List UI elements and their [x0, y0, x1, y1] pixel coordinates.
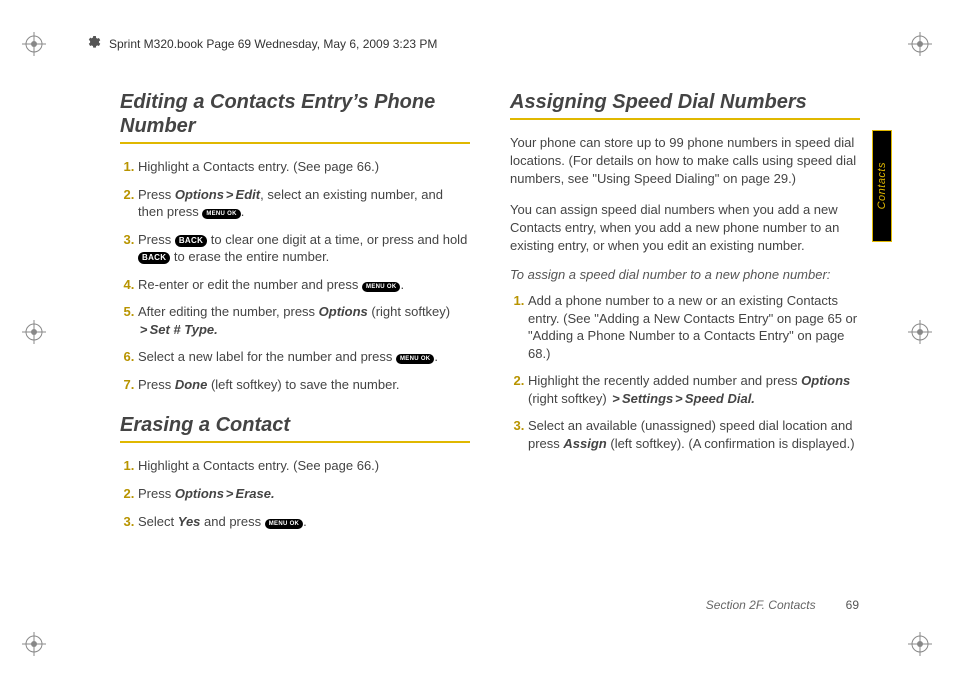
menu-ok-key-icon: MENU OK: [362, 282, 400, 292]
body-paragraph: Your phone can store up to 99 phone numb…: [510, 134, 860, 189]
body-paragraph: You can assign speed dial numbers when y…: [510, 201, 860, 256]
ui-label-options: Options: [319, 304, 368, 319]
registration-mark-ml: [20, 318, 48, 346]
back-key-icon: BACK: [138, 252, 170, 264]
section-tab-label: Contacts: [876, 162, 888, 209]
list-item: Add a phone number to a new or an existi…: [528, 292, 860, 362]
list-item: Highlight the recently added number and …: [528, 372, 860, 407]
ui-label-edit: Edit: [236, 187, 261, 202]
gear-icon: [85, 34, 101, 53]
right-column: Assigning Speed Dial Numbers Your phone …: [510, 90, 860, 550]
heading-rule: [120, 142, 470, 144]
ui-label-options: Options: [175, 187, 224, 202]
registration-mark-br: [906, 630, 934, 658]
heading-rule: [510, 118, 860, 120]
subheading: To assign a speed dial number to a new p…: [510, 267, 860, 282]
header-text: Sprint M320.book Page 69 Wednesday, May …: [109, 37, 437, 51]
ui-label-done: Done: [175, 377, 208, 392]
heading-speed-dial: Assigning Speed Dial Numbers: [510, 90, 860, 114]
ui-label-assign: Assign: [563, 436, 606, 451]
ui-label-settings: Settings: [622, 391, 673, 406]
list-item: Highlight a Contacts entry. (See page 66…: [138, 158, 470, 176]
footer-page-number: 69: [846, 598, 859, 612]
list-item: Press Options>Edit, select an existing n…: [138, 186, 470, 221]
registration-mark-mr: [906, 318, 934, 346]
ui-label-erase: Erase.: [236, 486, 275, 501]
ui-label-options: Options: [801, 373, 850, 388]
list-item: Press Done (left softkey) to save the nu…: [138, 376, 470, 394]
page-content: Editing a Contacts Entry’s Phone Number …: [120, 90, 860, 550]
registration-mark-tl: [20, 30, 48, 58]
heading-erasing-contact: Erasing a Contact: [120, 413, 470, 437]
page-footer: Section 2F. Contacts 69: [706, 598, 859, 612]
ui-label-set-type: Set # Type.: [150, 322, 218, 337]
list-item: Press BACK to clear one digit at a time,…: [138, 231, 470, 266]
back-key-icon: BACK: [175, 235, 207, 247]
list-item: Re-enter or edit the number and press ME…: [138, 276, 470, 294]
registration-mark-bl: [20, 630, 48, 658]
menu-ok-key-icon: MENU OK: [202, 209, 240, 219]
heading-edit-contact-number: Editing a Contacts Entry’s Phone Number: [120, 90, 470, 138]
document-header: Sprint M320.book Page 69 Wednesday, May …: [85, 34, 914, 53]
menu-ok-key-icon: MENU OK: [265, 519, 303, 529]
left-column: Editing a Contacts Entry’s Phone Number …: [120, 90, 470, 550]
erase-steps-list: Highlight a Contacts entry. (See page 66…: [120, 457, 470, 530]
heading-rule: [120, 441, 470, 443]
list-item: Select Yes and press MENU OK.: [138, 513, 470, 531]
section-tab-contacts: Contacts: [872, 130, 892, 242]
list-item: Select an available (unassigned) speed d…: [528, 417, 860, 452]
list-item: After editing the number, press Options …: [138, 303, 470, 338]
ui-label-speed-dial: Speed Dial.: [685, 391, 755, 406]
speed-dial-steps-list: Add a phone number to a new or an existi…: [510, 292, 860, 452]
ui-label-options: Options: [175, 486, 224, 501]
footer-section: Section 2F. Contacts: [706, 598, 816, 612]
edit-steps-list: Highlight a Contacts entry. (See page 66…: [120, 158, 470, 393]
list-item: Highlight a Contacts entry. (See page 66…: [138, 457, 470, 475]
ui-label-yes: Yes: [178, 514, 201, 529]
list-item: Press Options>Erase.: [138, 485, 470, 503]
list-item: Select a new label for the number and pr…: [138, 348, 470, 366]
menu-ok-key-icon: MENU OK: [396, 354, 434, 364]
